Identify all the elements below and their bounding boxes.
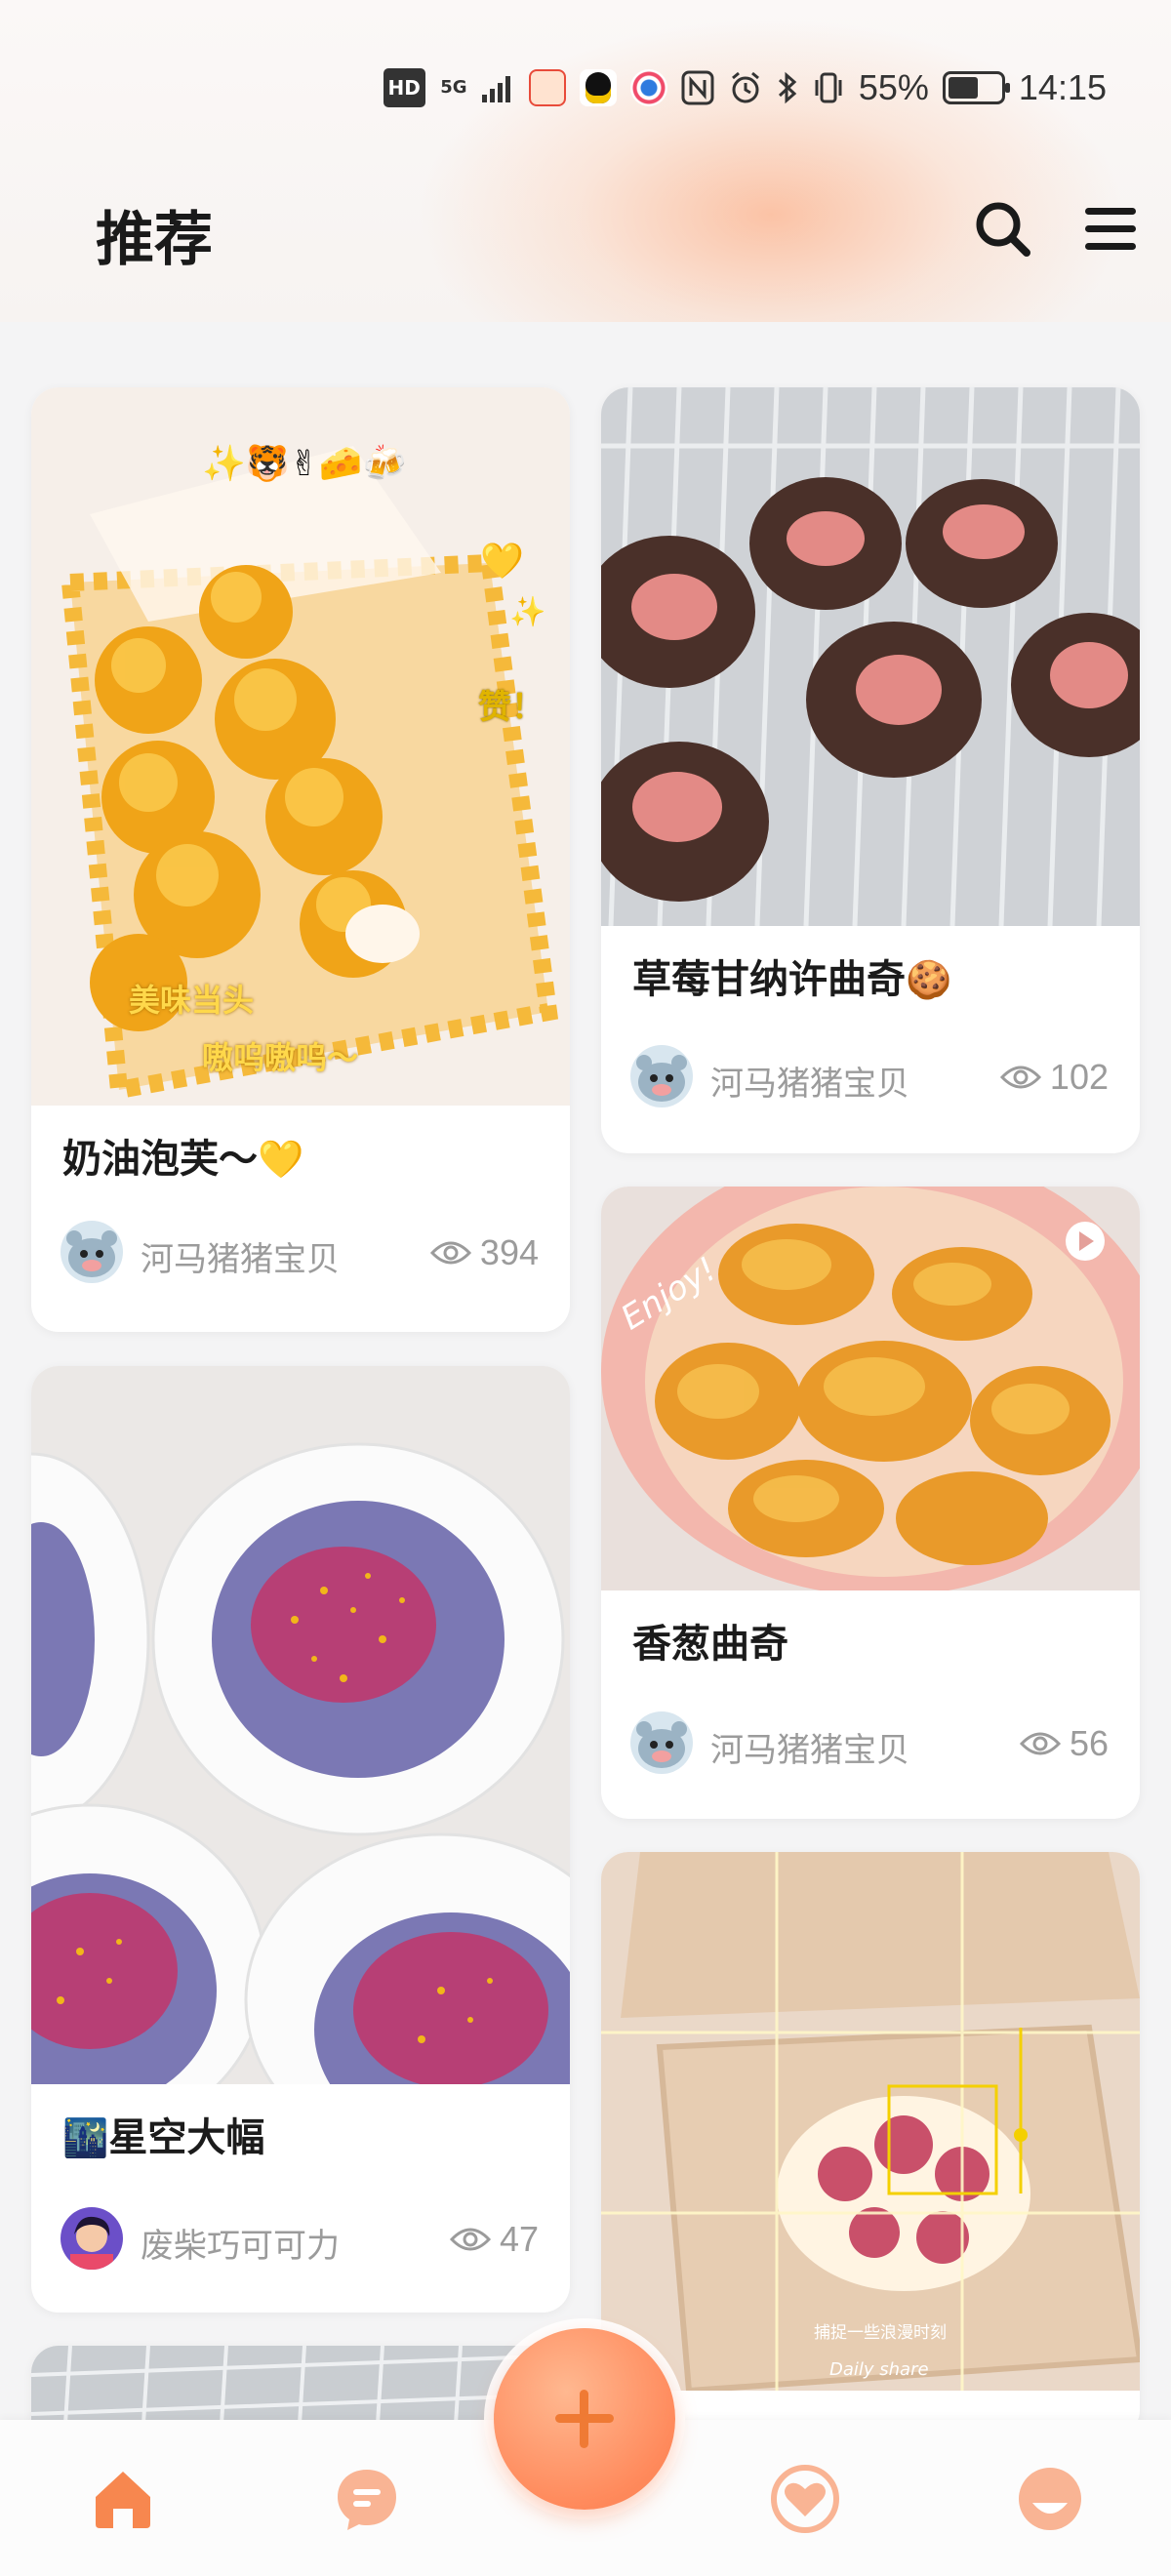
post-card[interactable]: ✨🐯✌🧀🍻 💛 ✨ 美味当头 嗷呜嗷呜～ 赞！ 奶油泡芙～💛 河马猪猪宝贝 39… <box>31 387 570 1332</box>
post-title: 草莓甘纳许曲奇🍪 <box>632 947 951 1004</box>
search-button[interactable] <box>972 198 1034 261</box>
menu-icon <box>1085 208 1136 215</box>
svg-text:💛: 💛 <box>480 542 524 582</box>
status-bar: HD 5G 55% 14:15 <box>0 54 1171 122</box>
post-title-emoji: 🍪 <box>906 958 952 1001</box>
nav-chat[interactable] <box>332 2464 402 2534</box>
clock: 14:15 <box>1018 67 1107 107</box>
post-card[interactable]: 草莓甘纳许曲奇🍪 河马猪猪宝贝 102 <box>601 387 1140 1153</box>
post-title-text: 奶油泡芙～ <box>62 1137 258 1182</box>
add-post-button[interactable] <box>494 2328 675 2510</box>
page-title: 推荐 <box>96 206 213 274</box>
weibo-app-icon <box>528 69 566 106</box>
nfc-icon <box>681 68 714 107</box>
post-card[interactable]: 🌃星空大幅 废柴巧可可力 47 <box>31 1366 570 2313</box>
eye-icon <box>449 2228 492 2251</box>
author-name[interactable]: 河马猪猪宝贝 <box>710 1723 909 1771</box>
heart-icon <box>771 2465 839 2533</box>
image-caption: 美味当头 <box>129 982 255 1019</box>
profile-icon <box>1019 2468 1081 2530</box>
image-caption: Daily share <box>829 2359 929 2380</box>
image-caption: 嗷呜嗷呜～ <box>202 1039 359 1076</box>
post-image: ✨🐯✌🧀🍻 💛 ✨ 美味当头 嗷呜嗷呜～ 赞！ <box>31 387 570 1106</box>
eye-icon <box>999 1066 1041 1089</box>
menu-button[interactable] <box>1081 200 1140 259</box>
author-name[interactable]: 河马猪猪宝贝 <box>141 1232 340 1280</box>
vibrate-icon <box>812 68 845 107</box>
app-root: HD 5G 55% 14:15 推荐 ✨🐯✌🧀🍻 💛 ✨ 美味当头 嗷呜嗷呜～ … <box>0 0 1171 2576</box>
hd-indicator: HD <box>383 68 425 107</box>
post-card[interactable]: 捕捉一些浪漫时刻 Daily share <box>601 1852 1140 2437</box>
home-icon <box>96 2472 150 2528</box>
view-count: 394 <box>429 1232 539 1273</box>
network-indicator: 5G <box>440 77 467 98</box>
image-caption: 捕捉一些浪漫时刻 <box>814 2323 947 2343</box>
post-image: 捕捉一些浪漫时刻 Daily share <box>601 1852 1140 2391</box>
signal-icon <box>481 68 515 107</box>
post-title: 香葱曲奇 <box>632 1612 788 1669</box>
view-count: 56 <box>1019 1723 1109 1764</box>
map-app-icon <box>629 69 667 106</box>
post-image <box>601 387 1140 926</box>
search-icon <box>976 202 1030 257</box>
post-title: 奶油泡芙～💛 <box>62 1127 303 1184</box>
nav-home[interactable] <box>88 2464 158 2534</box>
post-title-emoji: 🌃 <box>62 2116 109 2159</box>
post-title-text: 星空大幅 <box>108 2115 265 2160</box>
menu-icon-bar <box>1085 243 1136 250</box>
post-title-emoji: 💛 <box>258 1138 304 1181</box>
battery-icon <box>942 71 1010 104</box>
author-name[interactable]: 废柴巧可可力 <box>141 2219 340 2267</box>
post-title: 🌃星空大幅 <box>62 2106 264 2162</box>
avatar[interactable] <box>61 1221 123 1283</box>
qq-app-icon <box>579 69 617 106</box>
view-count-value: 102 <box>1049 1057 1109 1097</box>
view-count: 102 <box>999 1057 1109 1098</box>
view-count-value: 47 <box>499 2219 539 2259</box>
post-title-text: 香葱曲奇 <box>632 1622 788 1667</box>
page-header: 推荐 <box>0 171 1171 288</box>
nav-profile[interactable] <box>1015 2464 1085 2534</box>
post-image: Enjoy! <box>601 1187 1140 1590</box>
nav-favorites[interactable] <box>770 2464 840 2534</box>
post-card[interactable]: Enjoy! 香葱曲奇 河马猪猪宝贝 56 <box>601 1187 1140 1819</box>
eye-icon <box>429 1241 471 1265</box>
avatar[interactable] <box>61 2207 123 2270</box>
chat-icon <box>338 2470 396 2530</box>
image-caption: 赞！ <box>478 688 545 727</box>
avatar[interactable] <box>630 1711 693 1774</box>
post-image <box>31 1366 570 2084</box>
view-count: 47 <box>449 2219 539 2260</box>
eye-icon <box>1019 1732 1062 1755</box>
view-count-value: 394 <box>479 1232 539 1272</box>
view-count-value: 56 <box>1069 1723 1109 1763</box>
battery-percent: 55% <box>858 67 929 107</box>
post-title-text: 草莓甘纳许曲奇 <box>632 957 906 1002</box>
alarm-icon <box>728 68 763 107</box>
avatar[interactable] <box>630 1045 693 1107</box>
bluetooth-icon <box>777 68 798 107</box>
puff-sticker-emoji: ✨🐯✌🧀🍻 <box>202 442 406 484</box>
menu-icon-bar <box>1085 225 1136 232</box>
svg-text:✨: ✨ <box>509 595 545 629</box>
author-name[interactable]: 河马猪猪宝贝 <box>710 1057 909 1105</box>
